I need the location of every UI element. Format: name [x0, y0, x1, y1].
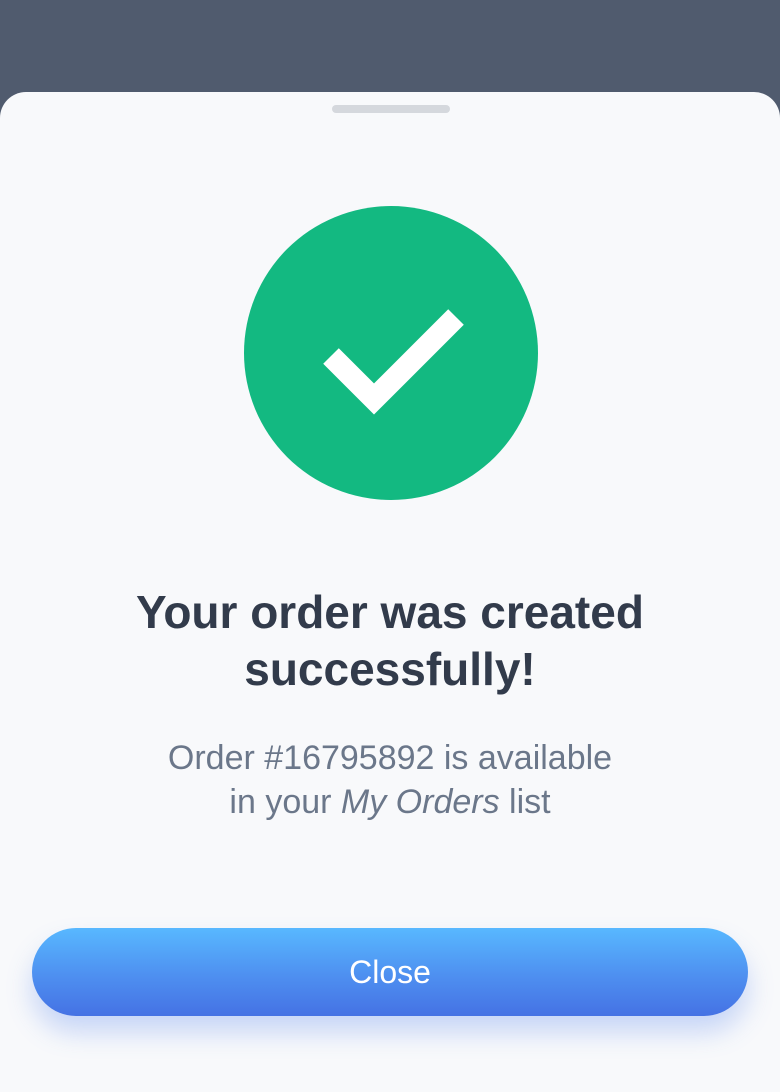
- success-bottom-sheet: Your order was created successfully! Ord…: [0, 92, 780, 1092]
- close-button[interactable]: Close: [32, 928, 748, 1016]
- my-orders-emphasis: My Orders: [340, 783, 500, 821]
- order-number-line: Order #16795892 is available: [167, 739, 613, 777]
- order-confirmation-message: Order #16795892 is available in your My …: [60, 736, 720, 824]
- orders-list-suffix: list: [499, 783, 551, 821]
- success-title: Your order was created successfully!: [136, 586, 644, 695]
- success-check-icon: [244, 206, 538, 500]
- orders-list-line: in your My Orders list: [60, 780, 720, 824]
- sheet-drag-handle[interactable]: [332, 105, 450, 113]
- orders-list-prefix: in your: [229, 783, 341, 821]
